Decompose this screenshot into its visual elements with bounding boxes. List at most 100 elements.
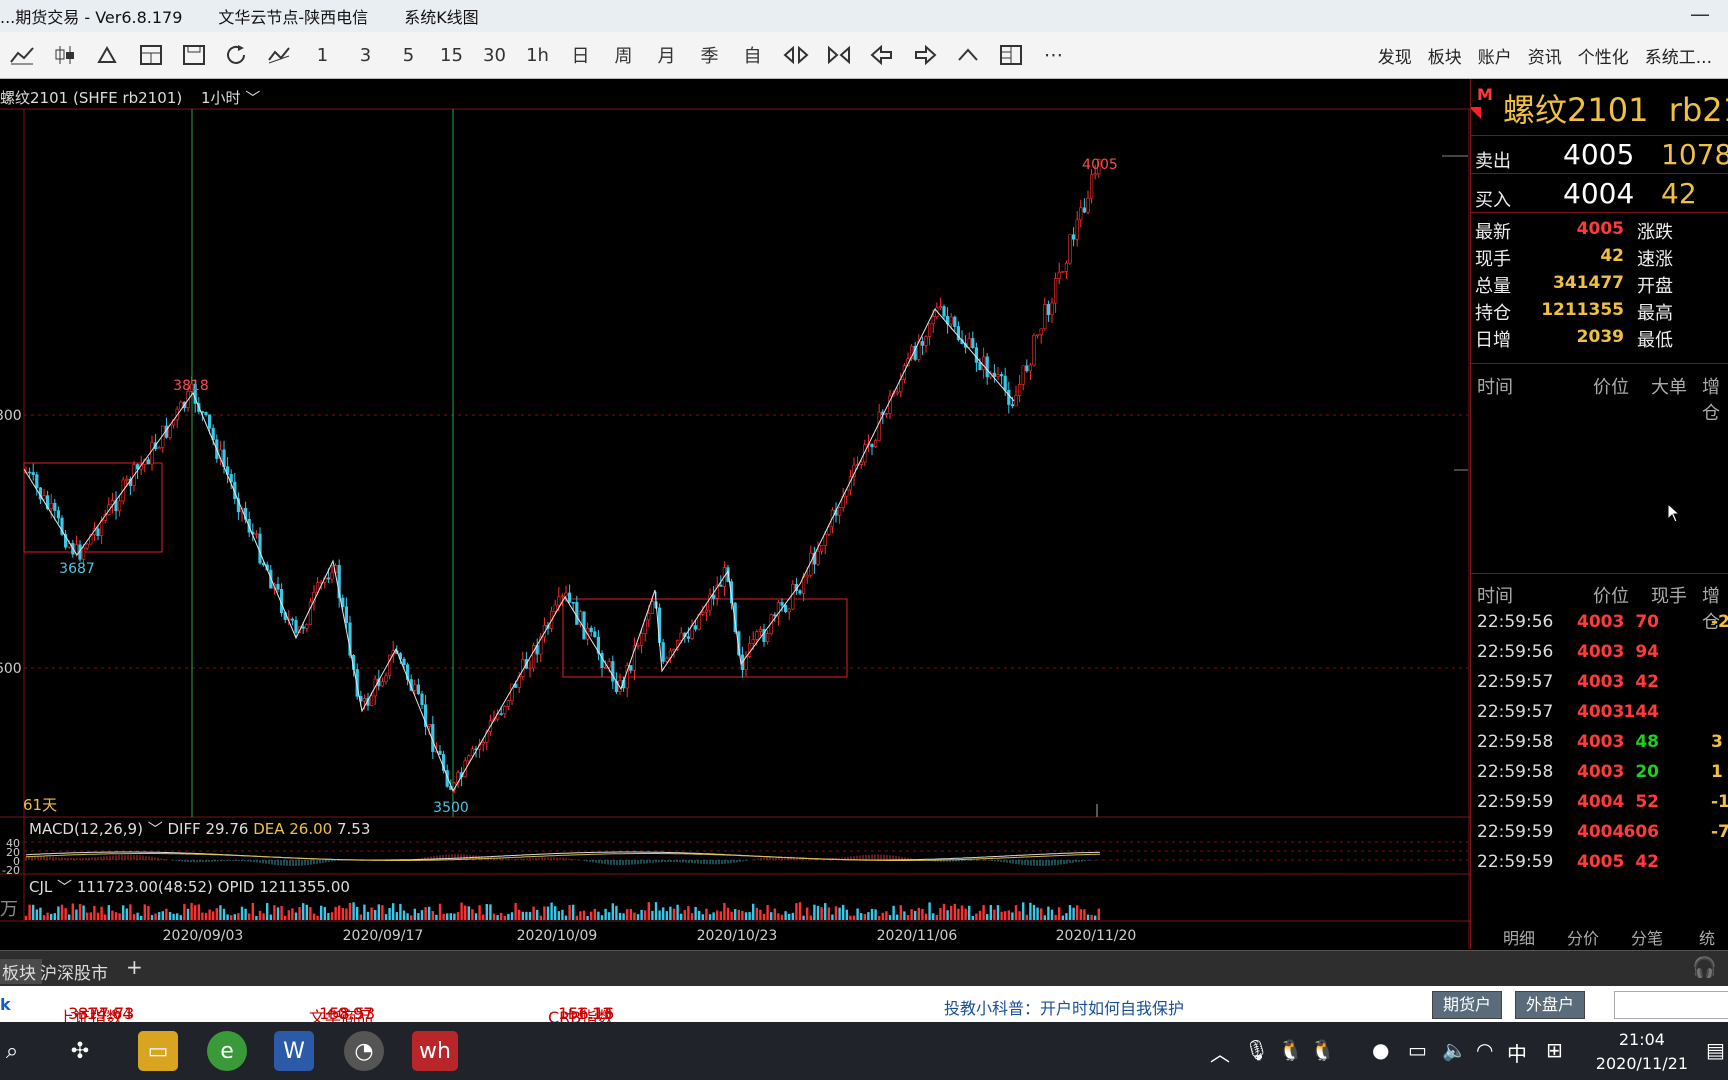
menu-news[interactable]: 资讯 <box>1528 43 1562 68</box>
bid-row[interactable]: 买入 4004 42 <box>1471 174 1728 213</box>
save-icon[interactable] <box>172 35 215 75</box>
period-quarter[interactable]: 季 <box>688 35 731 75</box>
chevron-down-icon[interactable]: ﹀ <box>241 89 260 107</box>
futures-account-button[interactable]: 期货户 <box>1432 991 1503 1019</box>
volume-bar <box>1004 911 1007 920</box>
trade-header: 时间 价位 现手 增仓 <box>1471 578 1728 633</box>
tab-price-split[interactable]: 分价 <box>1567 925 1599 949</box>
trade-row: 22:59:58 4003 48 3 <box>1477 732 1723 752</box>
tab-tick[interactable]: 分笔 <box>1631 925 1663 949</box>
tab-hs-stock[interactable]: 沪深股市 <box>40 959 108 984</box>
volume-icon[interactable]: 🔈 <box>1442 1038 1467 1062</box>
indicator-icon[interactable] <box>258 35 301 75</box>
ticker-sh[interactable]: 上证指数 3377.73 +14.64 <box>58 995 134 1027</box>
candle-body <box>798 590 802 594</box>
zoom-in-icon[interactable] <box>774 35 817 75</box>
period-1[interactable]: 1 <box>301 35 344 75</box>
period-month[interactable]: 月 <box>645 35 688 75</box>
keyboard-icon[interactable]: ⊞ <box>1546 1038 1563 1062</box>
tab-detail[interactable]: 明细 <box>1503 925 1535 949</box>
wenhua-icon[interactable]: wh <box>412 1031 458 1071</box>
candle-body <box>290 618 295 621</box>
period-custom[interactable]: 自 <box>731 35 774 75</box>
window-layout-icon[interactable] <box>129 35 172 75</box>
search-icon[interactable]: ⌕ <box>0 1031 32 1071</box>
kline-chart[interactable]: 3818 3687 3500 4005 3800 3600 61天 MACD(1… <box>0 79 1470 949</box>
candle-body <box>27 471 32 474</box>
candle-body <box>416 684 421 695</box>
wifi-icon[interactable]: ◠ <box>1476 1038 1493 1062</box>
line-chart-icon[interactable] <box>0 35 43 75</box>
tab-sectors[interactable]: 板块 <box>0 959 42 984</box>
foreign-account-button[interactable]: 外盘户 <box>1515 991 1586 1019</box>
volume-bar <box>539 915 542 920</box>
menu-account[interactable]: 账户 <box>1478 43 1512 68</box>
draw-tool-icon[interactable] <box>86 35 129 75</box>
file-explorer-icon[interactable]: ▭ <box>138 1031 178 1071</box>
volume-bar <box>982 904 985 920</box>
candle-body <box>208 414 212 429</box>
candle-body <box>305 624 309 629</box>
app-icon[interactable]: ◔ <box>344 1031 384 1071</box>
candle-body <box>1021 365 1025 385</box>
mic-icon[interactable]: 🎙 <box>1244 1038 1269 1062</box>
menu-sectors[interactable]: 板块 <box>1428 43 1462 68</box>
period-5[interactable]: 5 <box>387 35 430 75</box>
candle-body <box>254 533 259 536</box>
kline-chart-area[interactable]: 3818 3687 3500 4005 3800 3600 61天 MACD(1… <box>0 79 1470 949</box>
task-view-icon[interactable]: ✣ <box>60 1031 100 1071</box>
candle-body <box>755 631 759 640</box>
volume-bar <box>345 908 348 920</box>
arrow-left-icon[interactable] <box>860 35 903 75</box>
period-day[interactable]: 日 <box>559 35 602 75</box>
detail-tabs: 明细 分价 分笔 统计 <box>1471 921 1728 949</box>
menu-discover[interactable]: 发现 <box>1378 43 1412 68</box>
menu-system[interactable]: 系统工... <box>1645 43 1712 68</box>
chevron-up-icon[interactable] <box>946 35 989 75</box>
search-box[interactable] <box>1614 991 1728 1019</box>
period-1h[interactable]: 1h <box>516 35 559 75</box>
volume-bar <box>204 912 208 920</box>
volume-bar <box>874 909 877 920</box>
field-label: 日增 <box>1475 330 1511 351</box>
volume-bar <box>363 904 366 920</box>
split-view-icon[interactable] <box>989 35 1032 75</box>
menu-personalize[interactable]: 个性化 <box>1578 43 1629 68</box>
battery-icon[interactable]: ▭ <box>1408 1038 1427 1062</box>
clock[interactable]: 21:04 2020/11/21 <box>1596 1028 1688 1076</box>
zoom-out-icon[interactable] <box>817 35 860 75</box>
more-icon[interactable]: ⋯ <box>1032 35 1075 75</box>
minimize-button[interactable]: — <box>1690 2 1710 26</box>
refresh-icon[interactable] <box>215 35 258 75</box>
ticker-wh[interactable]: 文华商品 158.53 +0.97 <box>309 995 375 1027</box>
tray-up-icon[interactable]: ︿ <box>1210 1038 1230 1067</box>
wechat-icon[interactable]: ● <box>1372 1038 1389 1062</box>
volume-bar <box>327 912 330 920</box>
arrow-right-icon[interactable] <box>903 35 946 75</box>
candle-body <box>1017 384 1022 396</box>
volume-bar <box>759 909 762 920</box>
word-icon[interactable]: W <box>274 1031 314 1071</box>
volume-bar <box>1079 909 1082 920</box>
period-3[interactable]: 3 <box>344 35 387 75</box>
ime-label[interactable]: 中 <box>1507 1038 1527 1067</box>
period-week[interactable]: 周 <box>602 35 645 75</box>
period-30[interactable]: 30 <box>473 35 516 75</box>
notification-icon[interactable]: ▤ <box>1706 1038 1725 1062</box>
tab-stats[interactable]: 统计 <box>1699 925 1728 949</box>
candle-body <box>258 533 262 564</box>
period-15[interactable]: 15 <box>430 35 473 75</box>
period-selector[interactable]: 1小时 <box>201 89 241 107</box>
browser-icon[interactable]: e <box>207 1031 247 1071</box>
candle-body <box>470 748 475 757</box>
qq2-icon[interactable]: 🐧 <box>1310 1038 1335 1062</box>
volume-bar <box>402 910 406 920</box>
qq-icon[interactable]: 🐧 <box>1278 1038 1303 1062</box>
headset-icon[interactable]: 🎧 <box>1692 955 1717 979</box>
ask-row[interactable]: 卖出 4005 1078 <box>1471 135 1728 174</box>
ticker-notice[interactable]: 投教小科普：开户时如何自我保护 <box>944 995 1184 1019</box>
add-tab-button[interactable]: + <box>126 955 143 979</box>
candle-icon[interactable] <box>43 35 86 75</box>
volume-bar <box>975 913 978 920</box>
ticker-crb[interactable]: CRB指数 156.16 +1.13 <box>548 995 614 1027</box>
